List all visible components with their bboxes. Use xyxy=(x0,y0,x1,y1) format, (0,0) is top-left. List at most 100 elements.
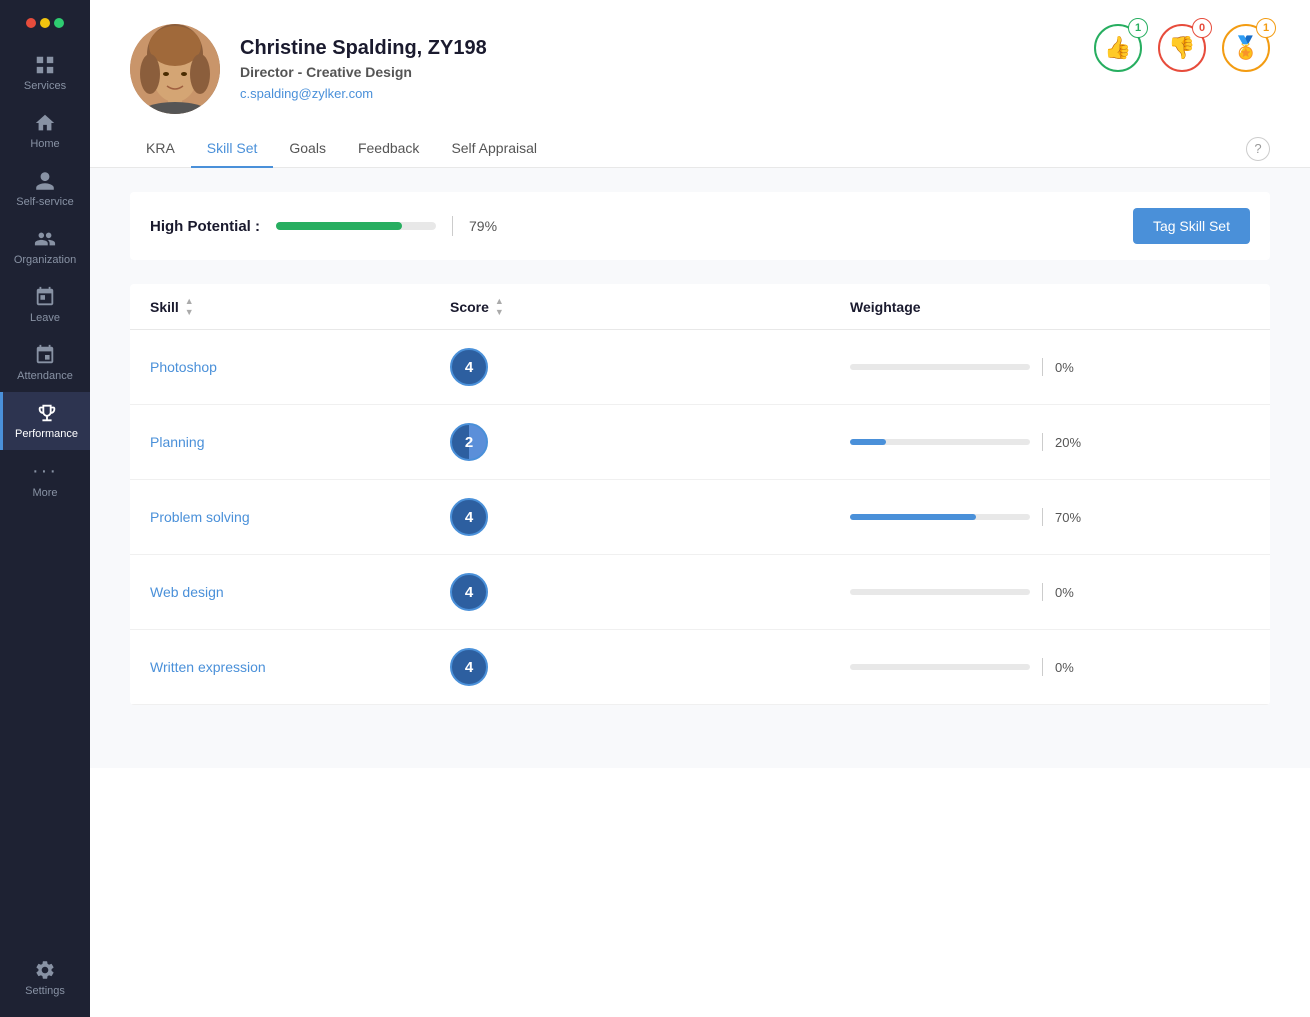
profile-department: Creative Design xyxy=(306,64,412,80)
sort-arrows-skill[interactable]: ▲▼ xyxy=(185,296,194,317)
score-badge-web-design: 4 xyxy=(450,573,488,611)
weight-percent-problem-solving: 70% xyxy=(1055,510,1090,525)
profile-info: Christine Spalding, ZY198 Director - Cre… xyxy=(240,37,487,101)
col-header-skill: Skill ▲▼ xyxy=(150,296,450,317)
weightage-web-design: 0% xyxy=(850,583,1250,601)
sidebar-label-settings: Settings xyxy=(25,985,65,997)
col-header-weightage: Weightage xyxy=(850,299,1250,315)
skill-name-written-expression[interactable]: Written expression xyxy=(150,659,450,675)
logo-dot-green xyxy=(54,18,64,28)
badge-thumbsup-count: 1 xyxy=(1128,18,1148,38)
profile-role: Director - Creative Design xyxy=(240,64,487,80)
table-row: Web design 4 0% xyxy=(130,555,1270,630)
sidebar-label-home: Home xyxy=(30,138,59,150)
profile-role-separator: - xyxy=(298,64,307,80)
avatar xyxy=(130,24,220,114)
tag-skill-set-button[interactable]: Tag Skill Set xyxy=(1133,208,1250,244)
weightage-problem-solving: 70% xyxy=(850,508,1250,526)
sidebar-item-self-service[interactable]: Self-service xyxy=(0,160,90,218)
logo-dot-yellow xyxy=(40,18,50,28)
weightage-written-expression: 0% xyxy=(850,658,1250,676)
high-potential-label: High Potential : xyxy=(150,218,260,235)
person-icon xyxy=(34,170,56,192)
profile-badges: 1 👍 0 👎 1 🏅 xyxy=(1094,24,1270,72)
badge-award-count: 1 xyxy=(1256,18,1276,38)
skill-name-web-design[interactable]: Web design xyxy=(150,584,450,600)
high-potential-bar xyxy=(276,222,436,230)
table-row: Planning 2 20% xyxy=(130,405,1270,480)
sidebar-item-more[interactable]: ··· More xyxy=(0,450,90,509)
app-logo xyxy=(26,10,64,36)
sort-arrows-score[interactable]: ▲▼ xyxy=(495,296,504,317)
sidebar-item-organization[interactable]: Organization xyxy=(0,218,90,276)
table-row: Written expression 4 0% xyxy=(130,630,1270,705)
sidebar-item-home[interactable]: Home xyxy=(0,102,90,160)
tab-feedback[interactable]: Feedback xyxy=(342,130,435,168)
score-badge-planning: 2 xyxy=(450,423,488,461)
tab-selfappraisal[interactable]: Self Appraisal xyxy=(435,130,553,168)
sidebar-item-settings[interactable]: Settings xyxy=(0,949,90,1007)
badge-thumbsdown-count: 0 xyxy=(1192,18,1212,38)
score-badge-photoshop: 4 xyxy=(450,348,488,386)
weight-percent-photoshop: 0% xyxy=(1055,360,1090,375)
profile-name: Christine Spalding, ZY198 xyxy=(240,37,487,60)
tab-kra[interactable]: KRA xyxy=(130,130,191,168)
weight-bar-photoshop xyxy=(850,364,1030,370)
skill-name-planning[interactable]: Planning xyxy=(150,434,450,450)
sidebar-item-leave[interactable]: Leave xyxy=(0,276,90,334)
table-row: Photoshop 4 0% xyxy=(130,330,1270,405)
badge-thumbsdown: 0 👎 xyxy=(1158,24,1206,72)
score-badge-written-expression: 4 xyxy=(450,648,488,686)
sidebar-item-attendance[interactable]: Attendance xyxy=(0,334,90,392)
table-header: Skill ▲▼ Score ▲▼ Weightage xyxy=(130,284,1270,330)
main-content: Christine Spalding, ZY198 Director - Cre… xyxy=(90,0,1310,1017)
sidebar-label-attendance: Attendance xyxy=(17,370,73,382)
org-icon xyxy=(34,228,56,250)
sidebar-label-organization: Organization xyxy=(14,254,76,266)
grid-icon xyxy=(34,54,56,76)
home-icon xyxy=(34,112,56,134)
weight-percent-web-design: 0% xyxy=(1055,585,1090,600)
sidebar: Services Home Self-service Organization … xyxy=(0,0,90,1017)
logo-dot-red xyxy=(26,18,36,28)
content-area: Christine Spalding, ZY198 Director - Cre… xyxy=(90,0,1310,1017)
skill-table: Skill ▲▼ Score ▲▼ Weightage xyxy=(130,284,1270,705)
weight-percent-planning: 20% xyxy=(1055,435,1090,450)
more-dots-icon: ··· xyxy=(32,460,58,483)
skill-name-problem-solving[interactable]: Problem solving xyxy=(150,509,450,525)
weightage-photoshop: 0% xyxy=(850,358,1250,376)
weight-bar-problem-solving xyxy=(850,514,1030,520)
sidebar-label-self-service: Self-service xyxy=(16,196,73,208)
sidebar-label-performance: Performance xyxy=(15,428,78,440)
profile-header: Christine Spalding, ZY198 Director - Cre… xyxy=(90,0,1310,114)
weight-bar-web-design xyxy=(850,589,1030,595)
badge-thumbsup: 1 👍 xyxy=(1094,24,1142,72)
skillset-content: High Potential : 79% Tag Skill Set Skill… xyxy=(90,168,1310,768)
tabs-bar: KRA Skill Set Goals Feedback Self Apprai… xyxy=(90,114,1310,168)
profile-left: Christine Spalding, ZY198 Director - Cre… xyxy=(130,24,487,114)
weightage-planning: 20% xyxy=(850,433,1250,451)
profile-role-title: Director xyxy=(240,64,294,80)
score-badge-problem-solving: 4 xyxy=(450,498,488,536)
skill-name-photoshop[interactable]: Photoshop xyxy=(150,359,450,375)
profile-email[interactable]: c.spalding@zylker.com xyxy=(240,86,487,101)
gear-icon xyxy=(34,959,56,981)
help-icon[interactable]: ? xyxy=(1246,137,1270,161)
badge-award: 1 🏅 xyxy=(1222,24,1270,72)
sidebar-item-services[interactable]: Services xyxy=(0,44,90,102)
tab-goals[interactable]: Goals xyxy=(273,130,342,168)
sidebar-label-leave: Leave xyxy=(30,312,60,324)
weight-percent-written-expression: 0% xyxy=(1055,660,1090,675)
high-potential-fill xyxy=(276,222,402,230)
avatar-image xyxy=(130,24,220,114)
table-row: Problem solving 4 70% 🗑 xyxy=(130,480,1270,555)
tab-skillset[interactable]: Skill Set xyxy=(191,130,274,168)
sidebar-label-services: Services xyxy=(24,80,66,92)
attendance-icon xyxy=(34,344,56,366)
high-potential-row: High Potential : 79% Tag Skill Set xyxy=(130,192,1270,260)
col-header-score: Score ▲▼ xyxy=(450,296,850,317)
weight-bar-written-expression xyxy=(850,664,1030,670)
high-potential-percent: 79% xyxy=(469,218,497,234)
hp-divider xyxy=(452,216,453,236)
sidebar-item-performance[interactable]: Performance xyxy=(0,392,90,450)
